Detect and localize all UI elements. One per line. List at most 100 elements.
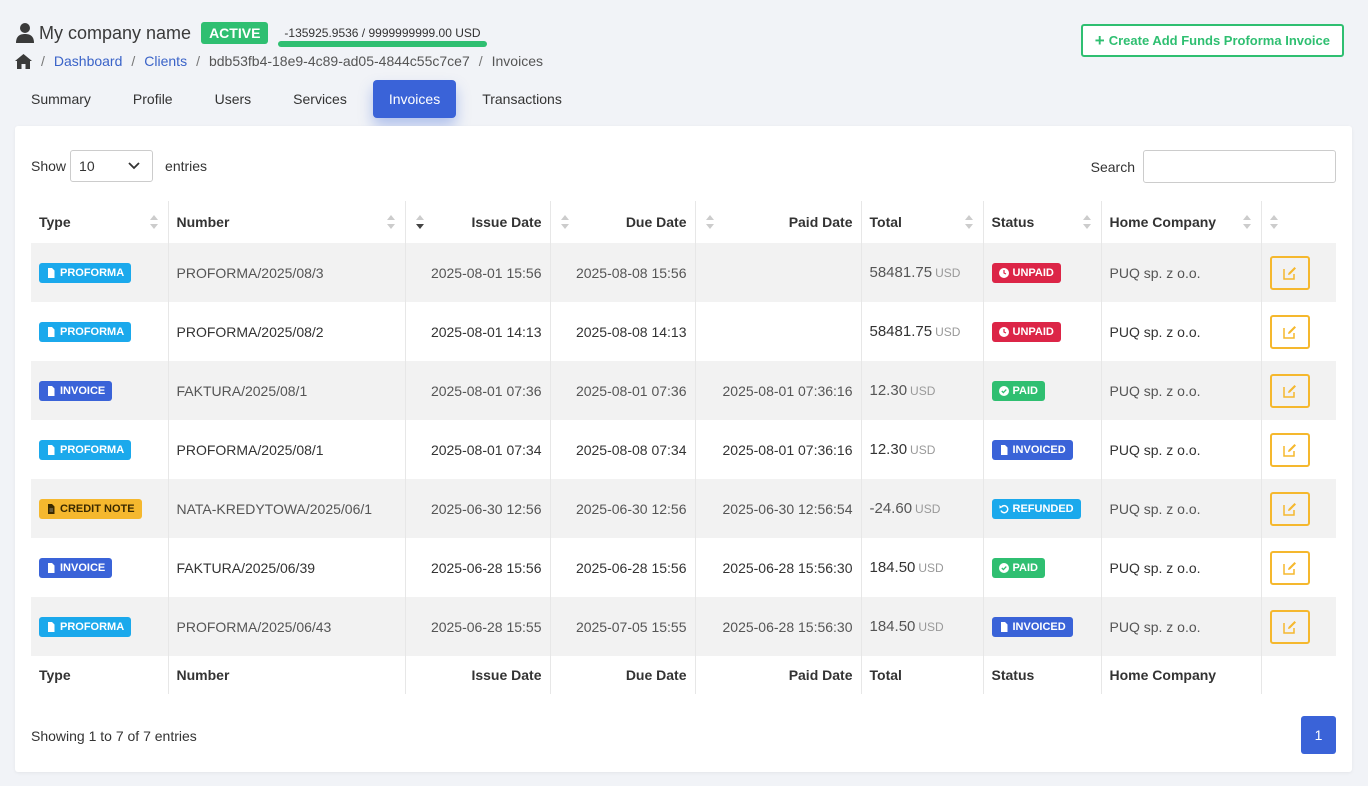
column-header-type[interactable]: Type (31, 201, 168, 243)
cell-due-date: 2025-06-30 12:56 (549, 479, 695, 538)
breadcrumb-clients-link[interactable]: Clients (144, 53, 187, 69)
sort-desc-icon (415, 215, 424, 229)
footer-type: Type (39, 667, 71, 683)
clock-icon (998, 267, 1009, 278)
cell-type: PROFORMA (31, 243, 168, 302)
cell-status: UNPAID (982, 243, 1101, 302)
edit-button[interactable] (1269, 255, 1310, 290)
column-header-home-company[interactable]: Home Company (1100, 201, 1261, 243)
status-badge: PAID (991, 380, 1045, 401)
column-header-due-date[interactable]: Due Date (549, 201, 695, 243)
edit-button[interactable] (1269, 432, 1310, 467)
status-badge: UNPAID (991, 262, 1061, 283)
cell-issue-date: 2025-08-01 14:13 (404, 302, 550, 361)
cell-due-date: 2025-06-28 15:56 (549, 538, 695, 597)
edit-button[interactable] (1269, 550, 1310, 585)
home-icon[interactable] (15, 53, 32, 69)
cell-home-company: PUQ sp. z o.o. (1100, 479, 1261, 538)
document-icon (1000, 621, 1007, 632)
cell-type: INVOICE (31, 538, 168, 597)
cell-paid-date: 2025-08-01 07:36:16 (694, 420, 861, 479)
cell-home-company: PUQ sp. z o.o. (1100, 302, 1261, 361)
check-circle-icon (998, 562, 1009, 573)
column-header-issue-date[interactable]: Issue Date (404, 201, 550, 243)
cell-due-date: 2025-08-08 14:13 (549, 302, 695, 361)
cell-actions (1260, 361, 1336, 420)
cell-number: FAKTURA/2025/08/1 (167, 361, 405, 420)
sort-icon (705, 215, 714, 229)
edit-button[interactable] (1269, 373, 1310, 408)
edit-button[interactable] (1269, 609, 1310, 644)
table-row[interactable]: PROFORMA PROFORMA/2025/08/2 2025-08-01 14:… (31, 302, 1336, 361)
edit-button[interactable] (1269, 491, 1310, 526)
breadcrumb-client-id: bdb53fb4-18e9-4c89-ad05-4844c55c7ce7 (208, 53, 470, 69)
cell-number: PROFORMA/2025/06/43 (167, 597, 405, 656)
total-currency: USD (935, 266, 961, 280)
cell-actions (1260, 597, 1336, 656)
footer-issue-date: Issue Date (404, 656, 550, 694)
tab-bar: Summary Profile Users Services Invoices … (15, 80, 588, 118)
cell-status: PAID (982, 361, 1101, 420)
table-row[interactable]: INVOICE FAKTURA/2025/06/39 2025-06-28 15:5… (31, 538, 1336, 597)
type-badge: CREDIT NOTE (39, 498, 142, 519)
cell-number: PROFORMA/2025/08/3 (167, 243, 405, 302)
chevron-down-icon (128, 162, 140, 170)
status-badge: INVOICED (991, 616, 1073, 637)
tab-services[interactable]: Services (277, 80, 363, 118)
table-row[interactable]: INVOICE FAKTURA/2025/08/1 2025-08-01 07:36… (31, 361, 1336, 420)
cell-home-company: PUQ sp. z o.o. (1100, 420, 1261, 479)
tab-profile[interactable]: Profile (117, 80, 189, 118)
document-icon (48, 621, 55, 632)
balance-indicator: -135925.9536 / 9999999999.00 USD (278, 26, 487, 47)
table-row[interactable]: PROFORMA PROFORMA/2025/06/43 2025-06-28 15… (31, 597, 1336, 656)
sort-icon (1082, 215, 1091, 229)
tab-users[interactable]: Users (199, 80, 268, 118)
breadcrumb-dashboard-link[interactable]: Dashboard (54, 53, 123, 69)
table-row[interactable]: PROFORMA PROFORMA/2025/08/3 2025-08-01 15:… (31, 243, 1336, 302)
balance-bar (278, 41, 487, 47)
cell-number: PROFORMA/2025/08/2 (167, 302, 405, 361)
search-input[interactable] (1143, 150, 1336, 183)
edit-icon (1282, 620, 1296, 634)
table-row[interactable]: PROFORMA PROFORMA/2025/08/1 2025-08-01 07:… (31, 420, 1336, 479)
total-currency: USD (935, 325, 961, 339)
entries-select[interactable]: 10 (70, 150, 154, 182)
table-row[interactable]: CREDIT NOTE NATA-KREDYTOWA/2025/06/1 2025-… (31, 479, 1336, 538)
column-header-paid-date[interactable]: Paid Date (694, 201, 861, 243)
edit-button[interactable] (1269, 314, 1310, 349)
create-proforma-label: Create Add Funds Proforma Invoice (1108, 33, 1330, 48)
cell-type: PROFORMA (31, 597, 168, 656)
tab-summary[interactable]: Summary (15, 80, 107, 118)
create-proforma-button[interactable]: + Create Add Funds Proforma Invoice (1080, 24, 1344, 57)
cell-paid-date: 2025-06-30 12:56:54 (694, 479, 861, 538)
document-icon (48, 562, 55, 573)
footer-number: Number (167, 656, 405, 694)
cell-status: INVOICED (982, 597, 1101, 656)
column-header-number[interactable]: Number (167, 201, 405, 243)
cell-paid-date (694, 243, 861, 302)
user-icon (16, 23, 34, 43)
document-icon (48, 326, 55, 337)
total-currency: USD (915, 502, 941, 516)
tab-invoices[interactable]: Invoices (372, 80, 457, 118)
footer-total: Total (860, 656, 983, 694)
cell-total: 58481.75 USD (860, 302, 983, 361)
breadcrumb-separator: / (131, 53, 136, 69)
footer-actions (1260, 656, 1336, 694)
cell-actions (1260, 243, 1336, 302)
pagination-page-1[interactable]: 1 (1301, 716, 1336, 754)
column-header-actions[interactable] (1260, 201, 1336, 243)
tab-transactions[interactable]: Transactions (466, 80, 578, 118)
total-amount: 184.50 (869, 618, 916, 635)
table-info: Showing 1 to 7 of 7 entries (31, 728, 197, 744)
column-header-status[interactable]: Status (982, 201, 1101, 243)
search-label: Search (1090, 158, 1135, 175)
cell-due-date: 2025-08-01 07:36 (549, 361, 695, 420)
total-amount: 12.30 (869, 382, 908, 399)
cell-status: REFUNDED (982, 479, 1101, 538)
cell-number: NATA-KREDYTOWA/2025/06/1 (167, 479, 405, 538)
column-header-total[interactable]: Total (860, 201, 983, 243)
edit-icon (1282, 266, 1296, 280)
sort-icon (1269, 215, 1278, 229)
cell-status: PAID (982, 538, 1101, 597)
